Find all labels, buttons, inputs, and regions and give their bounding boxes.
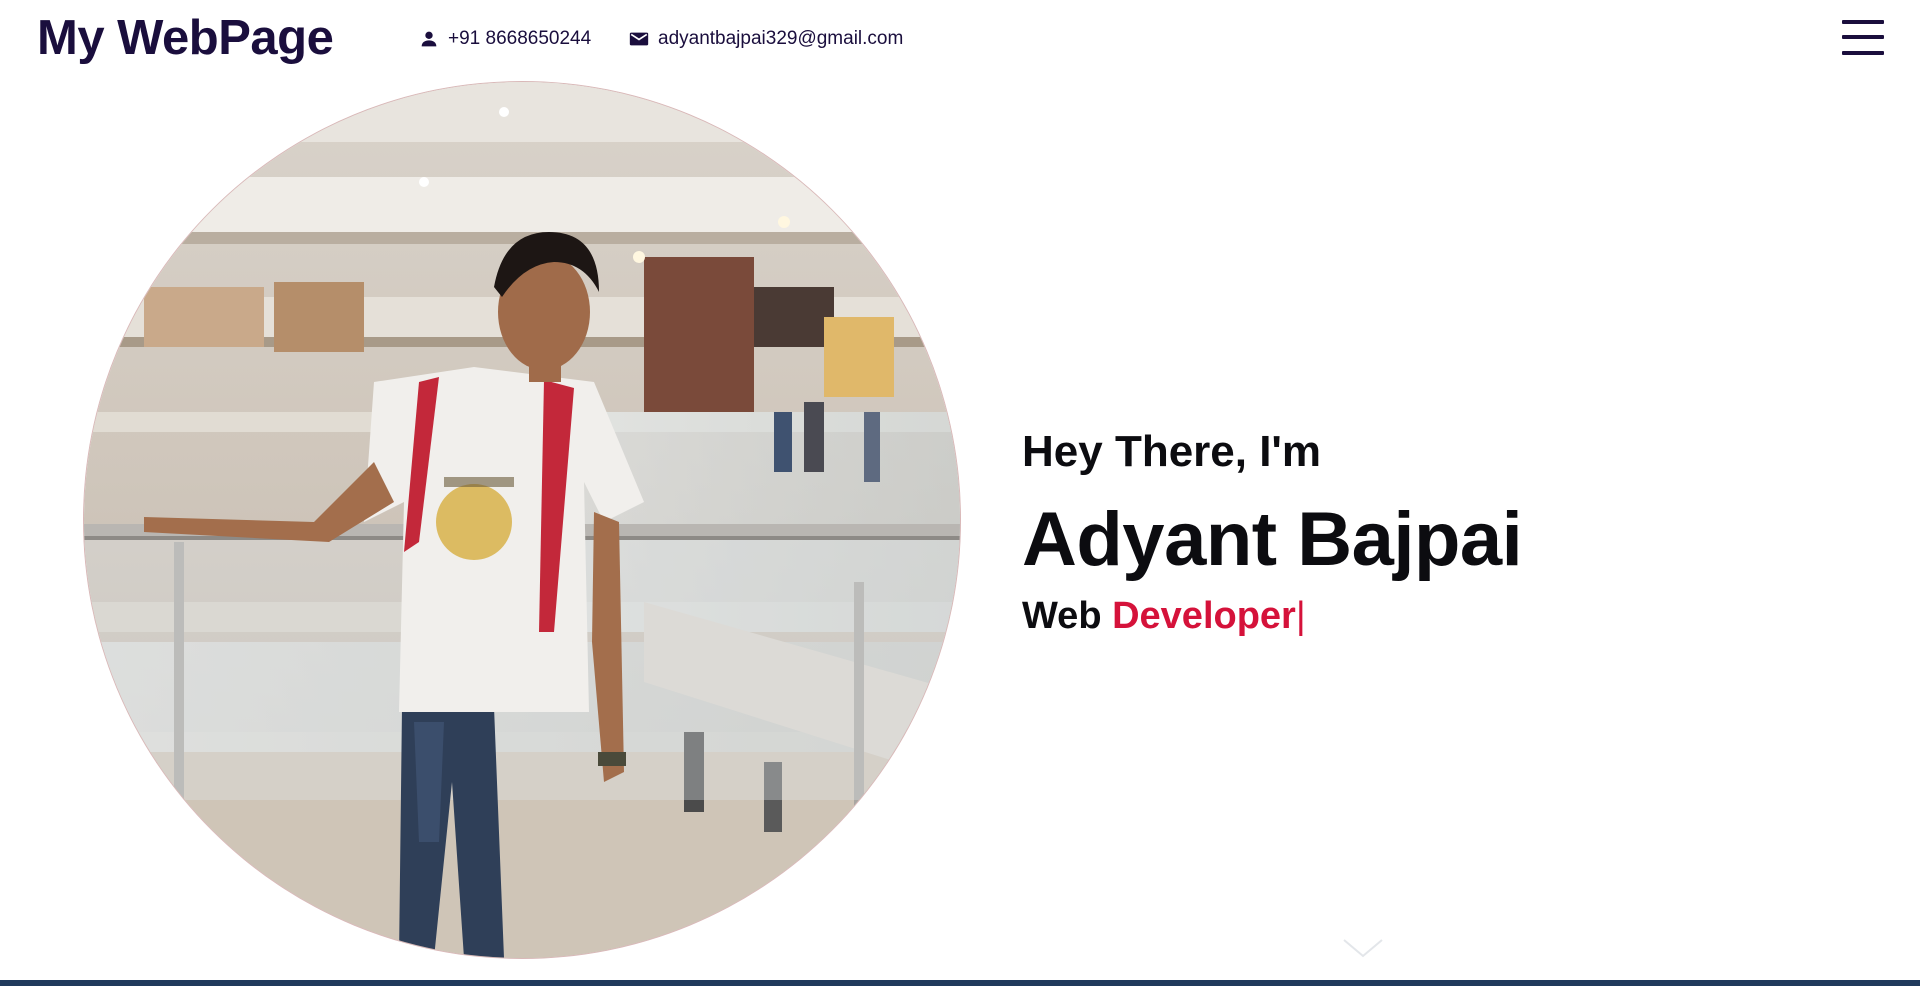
mail-icon — [628, 28, 650, 50]
hero-name: Adyant Bajpai — [1022, 497, 1523, 582]
menu-bar — [1842, 51, 1884, 55]
menu-bar — [1842, 35, 1884, 39]
person-icon — [418, 28, 440, 50]
chevron-down-icon[interactable] — [1340, 936, 1386, 960]
phone-number: +91 8668650244 — [448, 28, 592, 49]
page: My WebPage +91 8668650244 adyantbajpai32… — [0, 0, 1920, 986]
section-divider — [0, 980, 1920, 986]
email-contact[interactable]: adyantbajpai329@gmail.com — [628, 26, 903, 52]
phone-contact[interactable]: +91 8668650244 — [418, 26, 591, 52]
hamburger-menu-icon[interactable] — [1842, 18, 1884, 56]
role-prefix: Web — [1022, 595, 1102, 637]
hero-greeting: Hey There, I'm — [1022, 427, 1322, 476]
email-address: adyantbajpai329@gmail.com — [658, 28, 904, 49]
menu-bar — [1842, 20, 1884, 24]
profile-photo — [84, 82, 960, 958]
typing-cursor: | — [1295, 595, 1306, 637]
site-logo[interactable]: My WebPage — [37, 10, 334, 66]
hero-role: Web Developer| — [1022, 592, 1306, 640]
role-typed-text: Developer — [1112, 595, 1296, 637]
